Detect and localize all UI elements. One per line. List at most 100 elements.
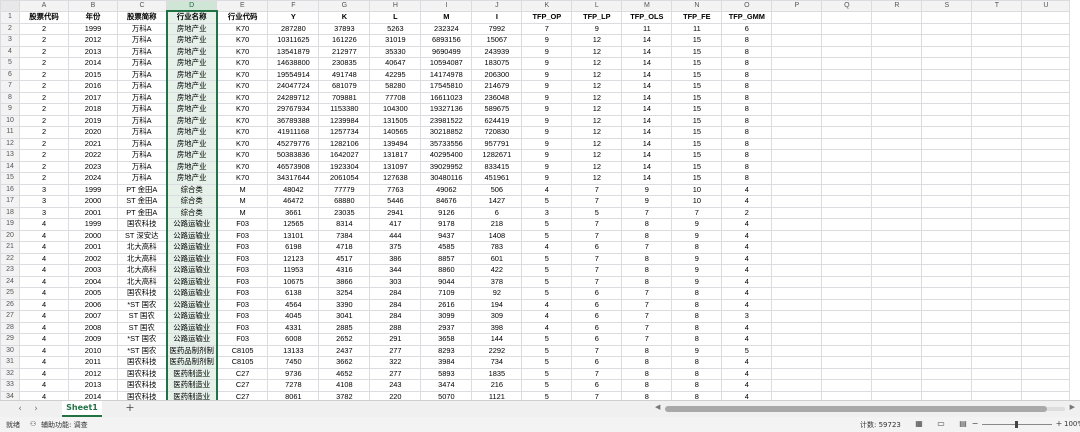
cell-r7[interactable]: [871, 80, 923, 93]
cell-o23[interactable]: 4: [721, 264, 773, 277]
cell-u29[interactable]: [1021, 333, 1071, 346]
cell-p22[interactable]: [771, 252, 823, 265]
cell-j26[interactable]: 194: [471, 298, 523, 311]
cell-m1[interactable]: TFP_OLS: [621, 10, 673, 24]
cell-e19[interactable]: F03: [216, 218, 269, 231]
cell-u2[interactable]: [1021, 22, 1071, 35]
cell-n4[interactable]: 15: [671, 45, 723, 58]
cell-h10[interactable]: 131505: [369, 114, 422, 127]
cell-d11[interactable]: 房地产业: [165, 126, 218, 139]
cell-p7[interactable]: [771, 80, 823, 93]
cell-d12[interactable]: 房地产业: [165, 137, 218, 150]
cell-h22[interactable]: 386: [369, 252, 422, 265]
cell-n32[interactable]: 8: [671, 367, 723, 380]
cell-r29[interactable]: [871, 333, 923, 346]
cell-i31[interactable]: 3984: [420, 356, 473, 369]
cell-p33[interactable]: [771, 379, 823, 392]
cell-b7[interactable]: 2016: [68, 80, 118, 93]
cell-l34[interactable]: 7: [571, 390, 623, 400]
cell-t11[interactable]: [971, 126, 1023, 139]
column-header-b[interactable]: B: [68, 0, 118, 12]
cell-d6[interactable]: 房地产业: [165, 68, 218, 81]
cell-r18[interactable]: [871, 206, 923, 219]
cell-f25[interactable]: 6138: [267, 287, 320, 300]
row-header[interactable]: 1: [0, 10, 20, 24]
cell-p12[interactable]: [771, 137, 823, 150]
cell-k24[interactable]: 5: [521, 275, 573, 288]
cell-g21[interactable]: 4718: [318, 241, 371, 254]
cell-c1[interactable]: 股票简称: [117, 10, 167, 24]
cell-t28[interactable]: [971, 321, 1023, 334]
cell-u6[interactable]: [1021, 68, 1071, 81]
cell-q18[interactable]: [821, 206, 873, 219]
cell-m25[interactable]: 7: [621, 287, 673, 300]
row-header[interactable]: 17: [0, 195, 20, 208]
cell-g28[interactable]: 2885: [318, 321, 371, 334]
cell-h15[interactable]: 127638: [369, 172, 422, 185]
cell-f26[interactable]: 4564: [267, 298, 320, 311]
cell-p9[interactable]: [771, 103, 823, 116]
cell-a12[interactable]: 2: [19, 137, 69, 150]
cell-k7[interactable]: 9: [521, 80, 573, 93]
cell-j11[interactable]: 720830: [471, 126, 523, 139]
cell-n18[interactable]: 7: [671, 206, 723, 219]
cell-j12[interactable]: 957791: [471, 137, 523, 150]
cell-s26[interactable]: [921, 298, 973, 311]
cell-l16[interactable]: 7: [571, 183, 623, 196]
cell-m18[interactable]: 7: [621, 206, 673, 219]
cell-j1[interactable]: I: [471, 10, 523, 24]
cell-p16[interactable]: [771, 183, 823, 196]
cell-h27[interactable]: 284: [369, 310, 422, 323]
cell-o13[interactable]: 8: [721, 149, 773, 162]
cell-l27[interactable]: 6: [571, 310, 623, 323]
cell-s22[interactable]: [921, 252, 973, 265]
cell-d7[interactable]: 房地产业: [165, 80, 218, 93]
cell-j9[interactable]: 589675: [471, 103, 523, 116]
cell-m29[interactable]: 7: [621, 333, 673, 346]
cell-g31[interactable]: 3662: [318, 356, 371, 369]
cell-o15[interactable]: 8: [721, 172, 773, 185]
cell-g2[interactable]: 37893: [318, 22, 371, 35]
cell-a14[interactable]: 2: [19, 160, 69, 173]
cell-g7[interactable]: 681079: [318, 80, 371, 93]
cell-u22[interactable]: [1021, 252, 1071, 265]
cell-s11[interactable]: [921, 126, 973, 139]
cell-h16[interactable]: 7763: [369, 183, 422, 196]
cell-n20[interactable]: 9: [671, 229, 723, 242]
cell-s25[interactable]: [921, 287, 973, 300]
cell-s16[interactable]: [921, 183, 973, 196]
cell-j29[interactable]: 144: [471, 333, 523, 346]
cell-j21[interactable]: 783: [471, 241, 523, 254]
cell-c33[interactable]: 国农科技: [117, 379, 167, 392]
cell-g6[interactable]: 491748: [318, 68, 371, 81]
cell-e17[interactable]: M: [216, 195, 269, 208]
cell-g13[interactable]: 1642027: [318, 149, 371, 162]
cell-h8[interactable]: 77708: [369, 91, 422, 104]
cell-t22[interactable]: [971, 252, 1023, 265]
row-header[interactable]: 12: [0, 137, 20, 150]
cell-c7[interactable]: 万科A: [117, 80, 167, 93]
cell-i6[interactable]: 14174978: [420, 68, 473, 81]
cell-m31[interactable]: 8: [621, 356, 673, 369]
cell-s21[interactable]: [921, 241, 973, 254]
cell-l28[interactable]: 6: [571, 321, 623, 334]
cell-i15[interactable]: 30480116: [420, 172, 473, 185]
cell-e23[interactable]: F03: [216, 264, 269, 277]
cell-g22[interactable]: 4517: [318, 252, 371, 265]
cell-e34[interactable]: C27: [216, 390, 269, 400]
cell-t20[interactable]: [971, 229, 1023, 242]
cell-d14[interactable]: 房地产业: [165, 160, 218, 173]
cell-l20[interactable]: 7: [571, 229, 623, 242]
cell-e7[interactable]: K70: [216, 80, 269, 93]
cell-j19[interactable]: 218: [471, 218, 523, 231]
cell-n26[interactable]: 8: [671, 298, 723, 311]
cell-b32[interactable]: 2012: [68, 367, 118, 380]
cell-q6[interactable]: [821, 68, 873, 81]
cell-f18[interactable]: 3661: [267, 206, 320, 219]
cell-t23[interactable]: [971, 264, 1023, 277]
cell-q31[interactable]: [821, 356, 873, 369]
cell-g24[interactable]: 3866: [318, 275, 371, 288]
cell-j20[interactable]: 1408: [471, 229, 523, 242]
cell-b26[interactable]: 2006: [68, 298, 118, 311]
cell-j32[interactable]: 1835: [471, 367, 523, 380]
